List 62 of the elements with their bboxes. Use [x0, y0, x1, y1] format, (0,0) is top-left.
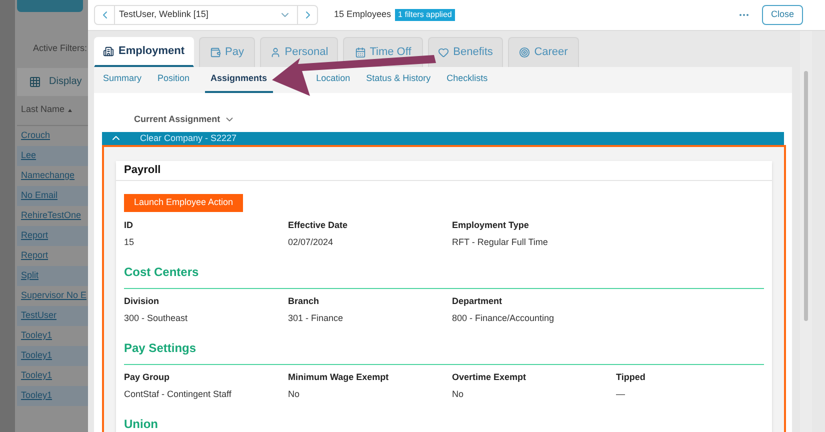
grid-icon	[29, 76, 41, 88]
field-value: RFT - Regular Full Time	[452, 236, 549, 249]
field-value: 800 - Finance/Accounting	[452, 312, 556, 325]
field-value: No	[452, 388, 465, 400]
launch-action-button[interactable]: Launch Employee Action	[124, 194, 244, 212]
employee-link[interactable]: Tooley1	[21, 368, 52, 382]
filters-badge: 1 filters applied	[395, 9, 455, 21]
field-label: Division	[124, 295, 160, 308]
close-button[interactable]: Close	[762, 5, 803, 25]
employee-link[interactable]: Crouch	[21, 128, 50, 142]
scrollbar[interactable]	[800, 31, 812, 432]
sub-tab[interactable]: Location	[315, 70, 352, 90]
sub-tab[interactable]: Checklists	[446, 70, 489, 90]
field-label: Branch	[288, 295, 320, 308]
wallet-icon	[210, 47, 222, 58]
record-name: TestUser, Weblink [15]	[118, 8, 210, 22]
target-icon	[519, 47, 530, 58]
employee-link[interactable]: Split	[21, 268, 39, 282]
field-value: —	[616, 388, 626, 400]
field-value: 301 - Finance	[288, 312, 344, 324]
field-value: 300 - Southeast	[124, 312, 189, 324]
field-label: Effective Date	[288, 219, 349, 232]
field-label: ID	[124, 219, 134, 232]
calendar-icon	[354, 47, 366, 58]
employee-link[interactable]: Lee	[21, 148, 36, 162]
field-label: Pay Group	[124, 371, 171, 384]
sub-tab[interactable]: Position	[156, 70, 191, 90]
field-value: 02/07/2024	[288, 236, 334, 248]
active-filters-label: Active Filters:	[33, 42, 88, 55]
section-title: Cost Centers	[124, 265, 199, 279]
person-icon	[270, 47, 281, 58]
heart-icon	[438, 47, 450, 58]
tab[interactable]: Benefits	[428, 37, 503, 67]
tab[interactable]: Pay	[199, 37, 255, 67]
field-value: 15	[124, 236, 136, 248]
assignment-filter[interactable]: Current Assignment	[134, 113, 220, 126]
field-label: Employment Type	[452, 219, 530, 232]
field-label: Department	[452, 295, 504, 308]
section-title: Pay Settings	[124, 341, 196, 355]
sub-tab[interactable]: Status & History	[365, 70, 432, 90]
sub-tab[interactable]: Summary	[102, 70, 143, 90]
record-selector[interactable]: TestUser, Weblink [15]	[94, 5, 318, 25]
employee-link[interactable]: Tooley1	[21, 328, 52, 342]
tab[interactable]: Personal	[260, 37, 338, 67]
display-button[interactable]: Display	[17, 68, 88, 96]
tab[interactable]: Employment	[94, 37, 194, 67]
field-label: Tipped	[616, 371, 646, 384]
section-title: Union	[124, 417, 158, 431]
field-label: Overtime Exempt	[452, 371, 528, 384]
assignment-header[interactable]: Clear Company - S2227	[102, 132, 784, 145]
field-value: ContStaf - Contingent Staff	[124, 388, 232, 401]
sort-up-icon	[68, 108, 72, 112]
employee-count: 15 Employees	[334, 8, 392, 22]
employee-link[interactable]: Namechange	[21, 168, 75, 182]
card-title: Payroll	[124, 163, 161, 178]
building-icon	[103, 46, 114, 57]
employee-link[interactable]: Supervisor No E	[21, 288, 87, 302]
field-value: No	[288, 388, 301, 400]
employee-link[interactable]: RehireTestOne	[21, 208, 82, 222]
tab[interactable]: Career	[508, 37, 579, 67]
field-label: Minimum Wage Exempt	[288, 371, 390, 384]
employee-link[interactable]: Report	[21, 248, 48, 262]
